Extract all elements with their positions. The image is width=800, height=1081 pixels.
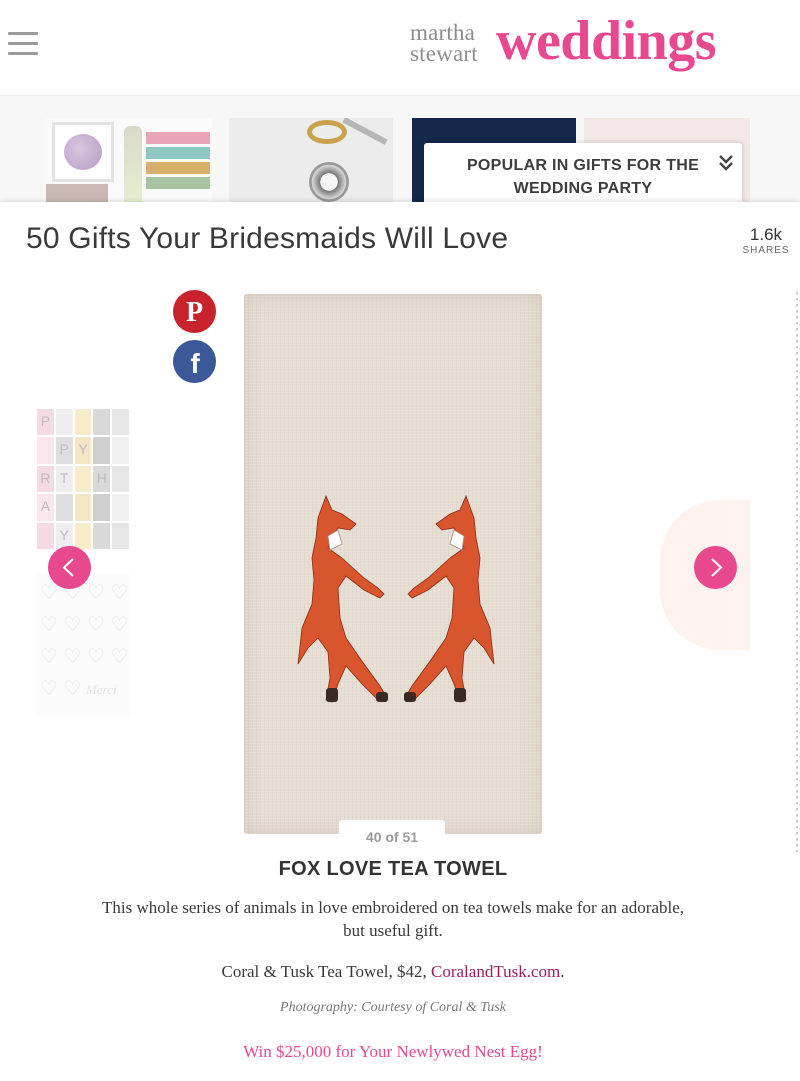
svg-text:f: f	[190, 348, 200, 379]
calendar-letter: T	[59, 469, 69, 486]
previous-slide-button[interactable]	[48, 546, 91, 589]
logo-weddings: weddings	[496, 10, 717, 72]
calendar-cell	[111, 493, 130, 522]
fox-embroidery-illustration	[297, 494, 495, 703]
popular-dropdown[interactable]: POPULAR IN GIFTS FOR THE WEDDING PARTY	[424, 143, 742, 203]
left-fox	[297, 494, 387, 703]
calendar-cell	[54, 493, 74, 522]
dotted-divider	[796, 292, 798, 852]
logo-martha-stewart: martha stewart	[410, 20, 478, 66]
hearts-card: ♡ ♡ ♡ ♡ ♡ ♡ ♡ ♡ ♡ ♡ ♡ ♡ ♡ ♡ Merci	[36, 574, 130, 716]
calendar-cell: T	[54, 464, 74, 494]
chevron-left-icon	[62, 558, 74, 577]
product-price-line: Coral & Tusk Tea Towel, $42, CoralandTus…	[0, 962, 786, 982]
calendar-cell	[73, 464, 93, 494]
calendar-cell: Y	[73, 436, 93, 465]
right-fox	[405, 494, 495, 703]
pinterest-icon: P	[186, 297, 203, 328]
calendar-cell	[73, 493, 93, 522]
article-title: 50 Gifts Your Bridesmaids Will Love	[26, 222, 509, 255]
calendar-letter: H	[96, 469, 107, 486]
shares-label: SHARES	[742, 245, 790, 256]
calendar-letter: R	[40, 469, 51, 486]
site-logo[interactable]: martha stewart weddings	[410, 10, 760, 80]
calendar-cell	[73, 408, 93, 437]
slide-description: This whole series of animals in love emb…	[101, 898, 685, 940]
calendar-letter: Y	[78, 441, 88, 458]
pinterest-share-button[interactable]: P	[173, 290, 216, 333]
calendar-cell	[92, 408, 112, 437]
slide-photo-tea-towel	[244, 294, 542, 834]
article-slideshow: 50 Gifts Your Bridesmaids Will Love 1.6k…	[0, 202, 800, 1081]
price-text: Coral & Tusk Tea Towel, $42,	[221, 962, 431, 981]
calendar-cell	[111, 408, 130, 437]
calendar-letter: Y	[59, 526, 69, 543]
slide-title: FOX LOVE TEA TOWEL	[278, 858, 508, 880]
promo-link[interactable]: Win $25,000 for Your Newlywed Nest Egg!	[0, 1042, 786, 1062]
facebook-share-button[interactable]: f	[173, 340, 216, 383]
calendar-cell	[36, 436, 55, 465]
calendar-print: PPYRTHAY	[36, 408, 130, 550]
calendar-cell	[54, 408, 74, 437]
hearts-caption: Merci	[86, 682, 117, 697]
price-suffix: .	[560, 962, 565, 981]
popular-title: POPULAR IN GIFTS FOR THE WEDDING PARTY	[466, 157, 700, 197]
calendar-cell	[92, 521, 112, 550]
calendar-cell	[111, 521, 130, 550]
hamburger-menu-icon[interactable]	[8, 32, 38, 56]
calendar-cell	[111, 464, 130, 494]
thumbnail-gift-set[interactable]	[46, 118, 212, 202]
site-header: martha stewart weddings	[0, 0, 800, 96]
calendar-cell: P	[54, 436, 74, 465]
calendar-letter: P	[40, 413, 51, 429]
svg-text:P: P	[186, 297, 203, 328]
facebook-icon: f	[190, 348, 200, 379]
calendar-cell	[92, 493, 112, 522]
calendar-cell: A	[36, 493, 55, 522]
calendar-cell	[92, 436, 112, 465]
next-slide-button[interactable]	[694, 546, 737, 589]
chevron-right-icon	[711, 558, 723, 577]
thumbnail-scissors[interactable]	[229, 118, 393, 202]
calendar-letter: A	[40, 498, 51, 515]
slide-counter: 40 of 51	[339, 820, 445, 852]
shares-number: 1.6k	[749, 225, 783, 244]
calendar-cell: H	[92, 464, 112, 494]
calendar-letter: P	[59, 441, 69, 458]
share-count: 1.6k SHARES	[740, 226, 792, 258]
shop-link[interactable]: CoralandTusk.com	[431, 962, 560, 981]
photo-credit: Photography: Courtesy of Coral & Tusk	[280, 1000, 506, 1015]
chevron-double-down-icon	[719, 155, 733, 171]
calendar-cell	[111, 436, 130, 465]
calendar-cell: P	[36, 408, 55, 437]
calendar-cell: R	[36, 464, 55, 494]
